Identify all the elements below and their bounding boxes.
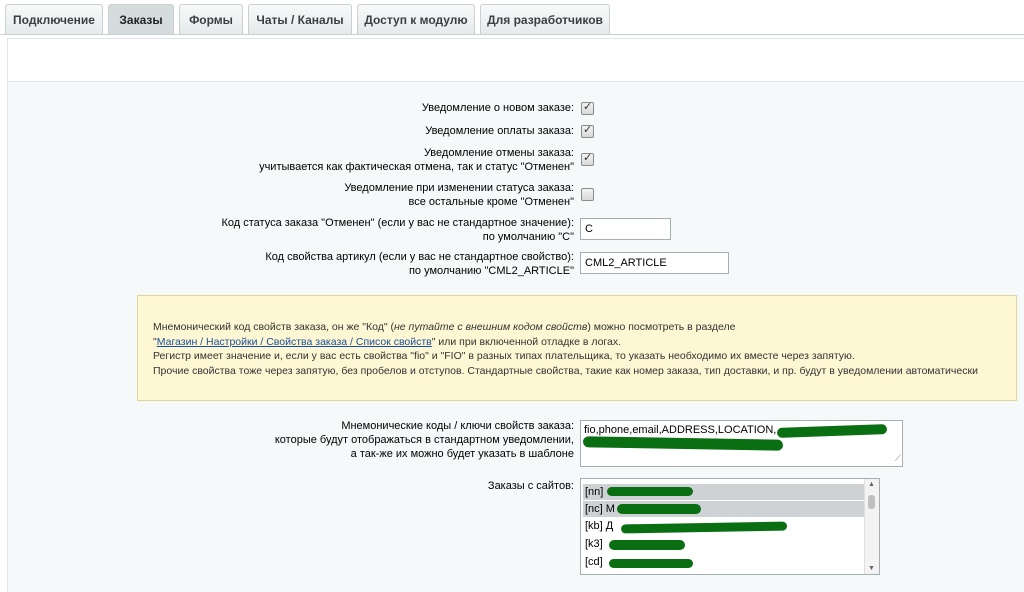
tab-developers[interactable]: Для разработчиков	[480, 4, 610, 34]
note-line-1: Мнемонический код свойств заказа, он же …	[153, 321, 736, 333]
site-option[interactable]: [k3]	[585, 536, 865, 552]
status-change-label-line2: все остальные кроме "Отменен"	[408, 196, 574, 208]
article-property-label: Код свойства артикул (если у вас не стан…	[265, 250, 574, 278]
property-keys-label-line2: которые будут отображаться в стандартном…	[274, 434, 574, 446]
tab-divider	[0, 34, 1024, 35]
cancel-notify-label-line2: учитывается как фактическая отмена, так …	[259, 161, 574, 173]
redaction-mark	[609, 559, 693, 568]
property-keys-label: Мнемонические коды / ключи свойств заказ…	[275, 419, 574, 461]
site-option[interactable]: [cd]	[585, 554, 865, 570]
listbox-scrollbar[interactable]: ▲ ▼	[864, 479, 879, 574]
check-icon: ✓	[583, 152, 593, 164]
redaction-mark	[607, 487, 693, 496]
order-sites-select[interactable]: [nn] [nc] M [kb] Д [k3] [cd] ▲ ▼	[580, 478, 880, 575]
note-line-3: Регистр имеет значение и, если у вас ест…	[153, 350, 855, 362]
info-note: Мнемонический код свойств заказа, он же …	[137, 295, 1017, 401]
tab-bar: Подключение Заказы Формы Чаты / Каналы Д…	[0, 0, 1024, 38]
note-line-2: "Магазин / Настройки / Свойства заказа /…	[153, 335, 622, 348]
note-line-4: Прочие свойства тоже через запятую, без …	[153, 364, 978, 377]
check-icon: ✓	[583, 124, 593, 136]
property-keys-textarea[interactable]: fio,phone,email,ADDRESS,LOCATION, ⟋	[580, 420, 903, 467]
redaction-mark	[609, 540, 685, 550]
order-sites-label: Заказы с сайтов:	[487, 480, 574, 492]
check-icon: ✓	[583, 101, 593, 113]
article-property-input[interactable]: CML2_ARTICLE	[580, 252, 729, 274]
property-keys-label-line1: Мнемонические коды / ключи свойств заказ…	[341, 420, 574, 432]
site-option[interactable]: [nc] M	[583, 501, 865, 517]
resize-handle-icon[interactable]: ⟋	[895, 452, 901, 465]
tab-connection[interactable]: Подключение	[5, 4, 103, 34]
panel-header	[7, 38, 1024, 81]
scroll-down-icon[interactable]: ▼	[868, 565, 875, 572]
article-property-label-line2: по умолчанию "CML2_ARTICLE"	[408, 265, 574, 277]
cancel-notify-checkbox[interactable]: ✓	[581, 152, 594, 166]
site-option[interactable]: [nn]	[583, 484, 865, 500]
tab-orders[interactable]: Заказы	[108, 4, 174, 34]
redaction-mark	[776, 424, 888, 438]
article-property-label-line1: Код свойства артикул (если у вас не стан…	[265, 251, 574, 263]
new-order-notify-label: Уведомление о новом заказе:	[421, 102, 574, 114]
status-change-label-line1: Уведомление при изменении статуса заказа…	[344, 182, 574, 194]
new-order-notify-checkbox[interactable]: ✓	[581, 101, 594, 115]
redaction-mark	[582, 436, 784, 451]
scroll-up-icon[interactable]: ▲	[868, 481, 875, 488]
cancel-status-code-label-line2: по умолчанию "С"	[482, 231, 574, 243]
payment-notify-label: Уведомление оплаты заказа:	[425, 125, 574, 137]
cancel-status-code-label-line1: Код статуса заказа "Отменен" (если у вас…	[221, 217, 574, 229]
payment-notify-checkbox[interactable]: ✓	[581, 124, 594, 138]
tab-chats-channels[interactable]: Чаты / Каналы	[248, 4, 352, 34]
property-keys-label-line3: а так-же их можно будет указать в шаблон…	[350, 448, 574, 460]
cancel-notify-label: Уведомление отмены заказа: учитывается к…	[259, 146, 574, 174]
cancel-status-code-label: Код статуса заказа "Отменен" (если у вас…	[221, 216, 574, 244]
scroll-thumb[interactable]	[868, 495, 875, 509]
redaction-mark	[617, 504, 701, 514]
property-keys-value: fio,phone,email,ADDRESS,LOCATION,	[584, 424, 777, 436]
site-option[interactable]: [kb] Д	[585, 518, 865, 534]
cancel-status-code-input[interactable]: С	[580, 218, 671, 240]
status-change-notify-label: Уведомление при изменении статуса заказа…	[344, 181, 574, 209]
redaction-mark	[620, 521, 788, 534]
tab-forms[interactable]: Формы	[179, 4, 243, 34]
order-properties-link[interactable]: Магазин / Настройки / Свойства заказа / …	[157, 336, 432, 348]
status-change-notify-checkbox[interactable]	[581, 188, 594, 201]
tab-module-access[interactable]: Доступ к модулю	[357, 4, 475, 34]
cancel-notify-label-line1: Уведомление отмены заказа:	[423, 147, 574, 159]
